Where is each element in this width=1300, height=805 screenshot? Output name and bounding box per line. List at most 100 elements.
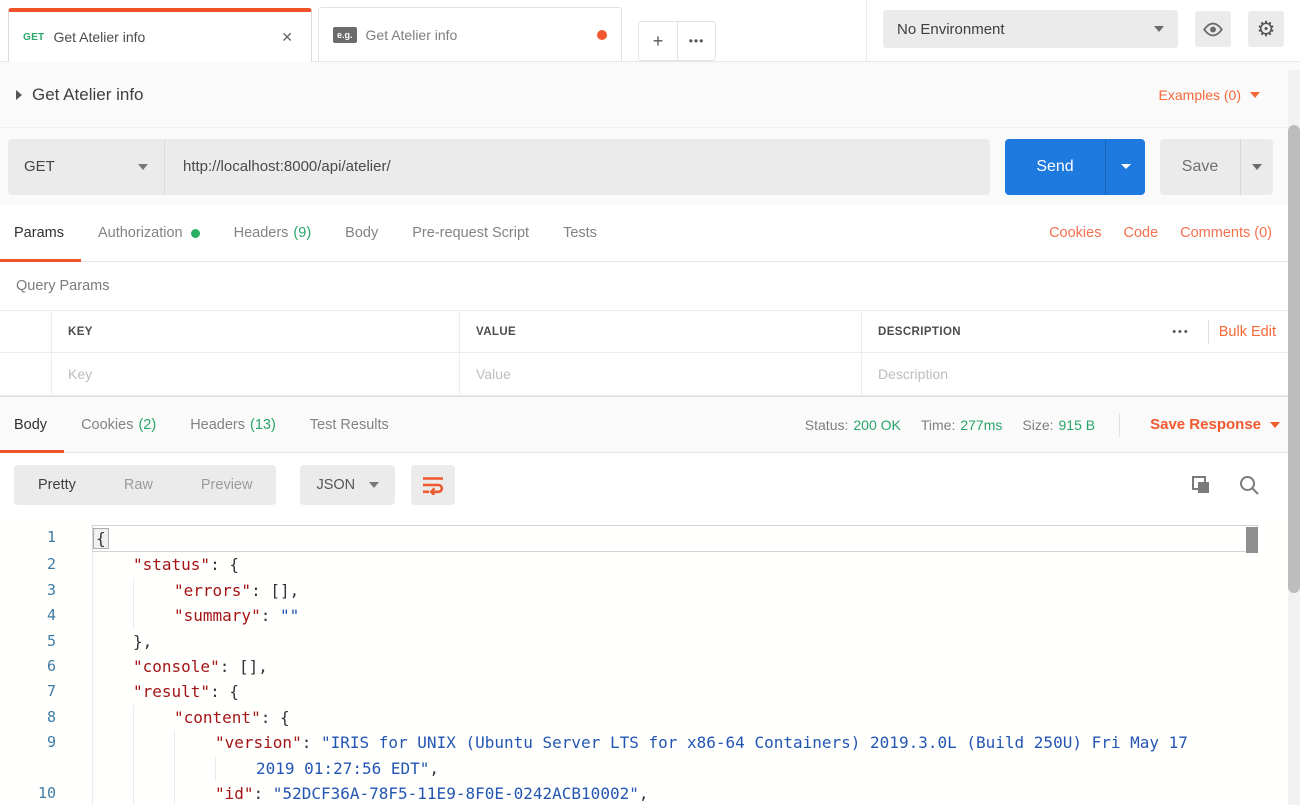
url-input[interactable]: [165, 139, 990, 195]
line-number: 3: [0, 578, 56, 603]
save-response-dropdown[interactable]: Save Response: [1150, 416, 1280, 433]
param-key-input[interactable]: [68, 366, 443, 382]
response-tab-body[interactable]: Body: [0, 397, 64, 452]
view-pretty[interactable]: Pretty: [14, 465, 100, 505]
divider: [1119, 413, 1120, 437]
line-number: [0, 756, 56, 781]
tab-tools: + •••: [638, 21, 716, 61]
send-button[interactable]: Send: [1005, 139, 1105, 195]
view-raw[interactable]: Raw: [100, 465, 177, 505]
save-button[interactable]: Save: [1160, 139, 1240, 195]
method-value: GET: [24, 158, 55, 175]
tab-label: Test Results: [310, 417, 389, 433]
chevron-down-icon: [1154, 26, 1164, 32]
request-tabs-strip: GET Get Atelier info ✕ e.g. Get Atelier …: [8, 7, 716, 61]
window-scrollbar-thumb[interactable]: [1288, 125, 1300, 593]
line-number: 10: [0, 781, 56, 805]
environment-area: No Environment ⚙: [883, 10, 1284, 48]
close-tab-icon[interactable]: ✕: [277, 27, 297, 48]
chevron-down-icon: [1270, 422, 1280, 428]
param-value-input[interactable]: [476, 366, 845, 382]
tab-tests[interactable]: Tests: [546, 205, 614, 261]
request-tab-active[interactable]: GET Get Atelier info ✕: [8, 8, 312, 62]
tab-body[interactable]: Body: [328, 205, 395, 261]
column-header-value: VALUE: [460, 311, 862, 352]
comments-link[interactable]: Comments (0): [1180, 225, 1272, 241]
more-tabs-button[interactable]: •••: [677, 22, 715, 60]
settings-button[interactable]: ⚙: [1248, 11, 1284, 47]
code-line: 1{: [0, 525, 1300, 552]
response-toolbar: Pretty Raw Preview JSON: [0, 453, 1300, 517]
tab-params[interactable]: Params: [0, 205, 81, 261]
line-number: 2: [0, 552, 56, 577]
table-header-row: KEY VALUE DESCRIPTION ••• Bulk Edit: [0, 310, 1300, 352]
environment-select[interactable]: No Environment: [883, 10, 1178, 48]
collapse-arrow-icon[interactable]: [16, 90, 22, 100]
method-select[interactable]: GET: [8, 139, 165, 195]
time-badge: Time:277ms: [921, 417, 1003, 433]
size-label: Size:: [1022, 417, 1053, 433]
time-value: 277ms: [960, 417, 1002, 433]
query-params-section: Query Params: [0, 262, 1300, 310]
wrap-lines-button[interactable]: [411, 465, 455, 505]
response-body-viewer[interactable]: 1{2"status": {3"errors": [],4"summary": …: [0, 517, 1300, 805]
request-title: Get Atelier info: [32, 85, 144, 105]
code-line: 5},: [0, 629, 1300, 654]
format-select[interactable]: JSON: [300, 465, 395, 505]
line-number: 8: [0, 705, 56, 730]
send-options-button[interactable]: [1105, 139, 1145, 195]
search-button[interactable]: [1238, 474, 1260, 496]
cookies-link[interactable]: Cookies: [1049, 225, 1101, 241]
view-mode-switch: Pretty Raw Preview: [14, 465, 276, 505]
wrap-lines-icon: [421, 475, 445, 495]
search-icon: [1238, 474, 1260, 496]
new-tab-button[interactable]: +: [639, 22, 677, 60]
code-line: 6"console": [],: [0, 654, 1300, 679]
code-line: 10"id": "52DCF36A-78F5-11E9-8F0E-0242ACB…: [0, 781, 1300, 805]
tab-label: Authorization: [98, 225, 183, 241]
tab-authorization[interactable]: Authorization: [81, 205, 217, 261]
table-row: [0, 352, 1300, 396]
tab-pre-request-script[interactable]: Pre-request Script: [395, 205, 546, 261]
request-meta: Get Atelier info Examples (0) GET Send S…: [0, 62, 1300, 205]
chevron-down-icon: [1250, 92, 1260, 98]
param-description-input[interactable]: [878, 366, 1276, 382]
response-tab-test-results[interactable]: Test Results: [293, 397, 406, 452]
code-link[interactable]: Code: [1123, 225, 1158, 241]
tab-count: (9): [293, 225, 311, 241]
query-params-title: Query Params: [16, 278, 109, 294]
params-options-icon[interactable]: •••: [1158, 326, 1204, 338]
status-badge: Status:200 OK: [805, 417, 901, 433]
bulk-edit-link[interactable]: Bulk Edit: [1219, 324, 1276, 340]
header-divider: [866, 0, 867, 61]
line-number: 5: [0, 629, 56, 654]
examples-dropdown[interactable]: Examples (0): [1159, 87, 1260, 103]
status-value: 200 OK: [853, 417, 900, 433]
response-tab-cookies[interactable]: Cookies (2): [64, 397, 173, 452]
gear-icon: ⚙: [1257, 19, 1276, 40]
chevron-down-icon: [138, 164, 148, 170]
tab-count: (13): [250, 417, 276, 433]
code-line: 8"content": {: [0, 705, 1300, 730]
line-number: 6: [0, 654, 56, 679]
request-links: Cookies Code Comments (0): [1049, 205, 1272, 261]
example-badge: e.g.: [333, 27, 357, 43]
save-options-button[interactable]: [1240, 139, 1273, 195]
view-preview[interactable]: Preview: [177, 465, 277, 505]
tab-label: Headers: [234, 225, 289, 241]
window-scrollbar[interactable]: [1288, 70, 1300, 805]
code-scrollbar-thumb[interactable]: [1246, 527, 1258, 553]
tab-headers[interactable]: Headers (9): [217, 205, 329, 261]
url-bar: GET: [8, 139, 990, 195]
response-tab-headers[interactable]: Headers (13): [173, 397, 293, 452]
size-value: 915 B: [1059, 417, 1096, 433]
copy-button[interactable]: [1190, 474, 1212, 496]
app-header: GET Get Atelier info ✕ e.g. Get Atelier …: [0, 0, 1300, 62]
request-tab-example[interactable]: e.g. Get Atelier info: [318, 7, 622, 61]
chevron-down-icon: [1121, 164, 1131, 169]
tab-label: Tests: [563, 225, 597, 241]
query-params-table: KEY VALUE DESCRIPTION ••• Bulk Edit: [0, 310, 1300, 396]
save-response-label: Save Response: [1150, 416, 1261, 433]
format-value: JSON: [316, 477, 355, 493]
environment-quick-look-button[interactable]: [1195, 11, 1231, 47]
